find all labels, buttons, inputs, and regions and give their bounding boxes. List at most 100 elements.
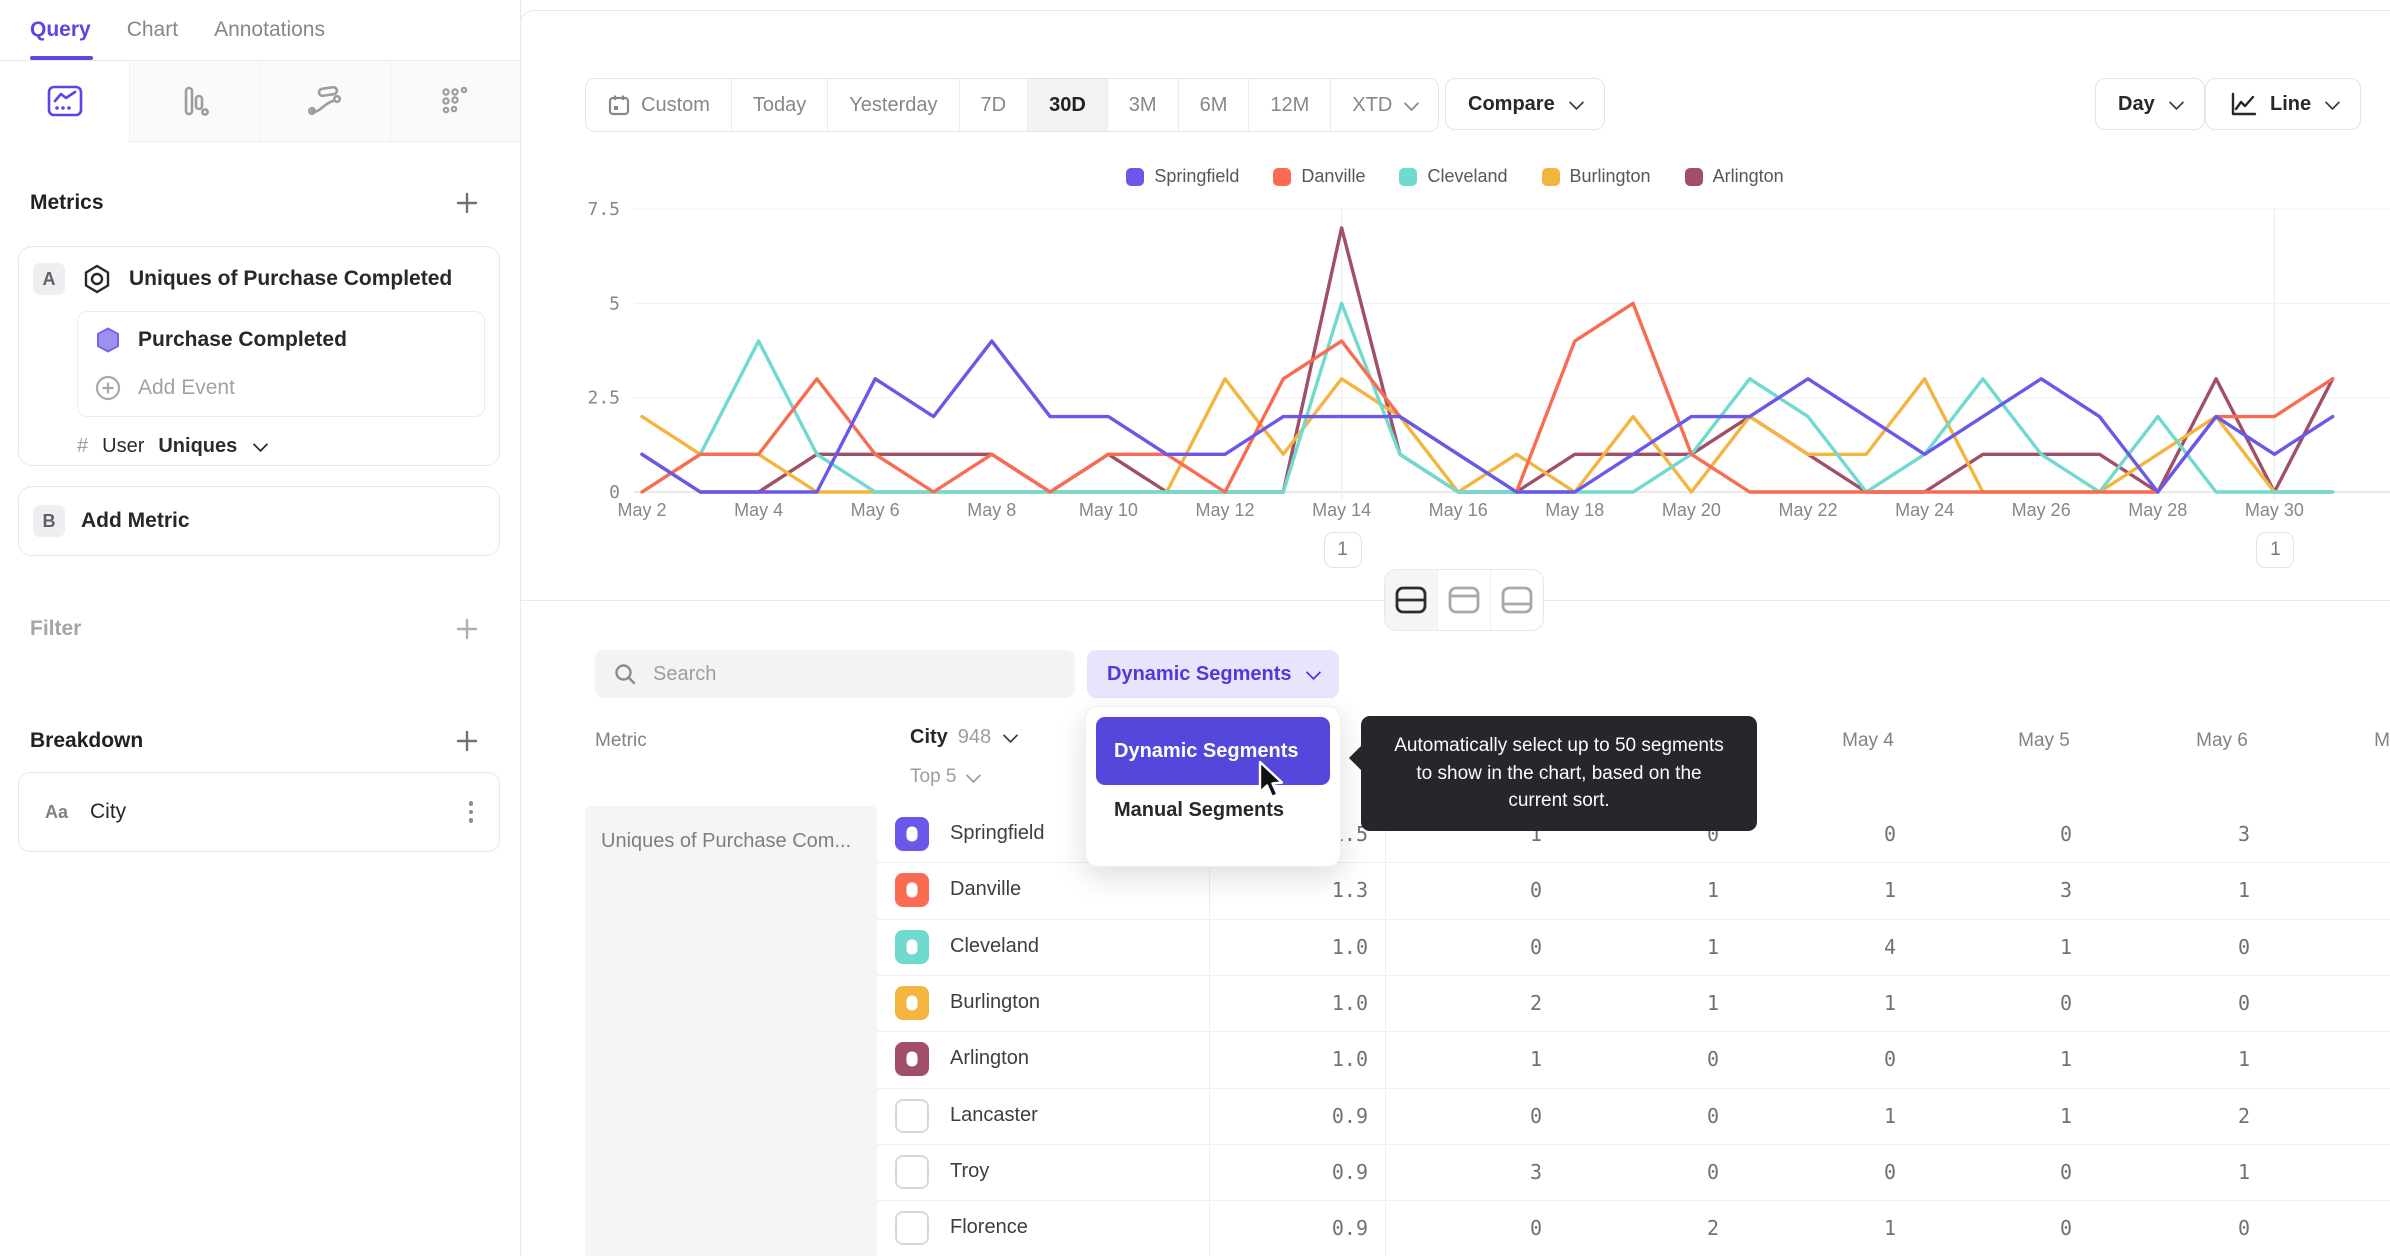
segment-average-value: 0.9	[1331, 1103, 1368, 1128]
row-separator	[877, 1200, 2390, 1202]
segment-day-value: 0	[1883, 822, 1897, 847]
segment-day-value: 1	[2237, 1047, 2251, 1072]
segment-day-value: 2	[2237, 1103, 2251, 1128]
segment-day-value: 1	[1883, 1103, 1897, 1128]
string-property-icon: Aa	[45, 801, 69, 822]
annotation-badge[interactable]: 1	[1323, 532, 1362, 568]
svg-text:May 30: May 30	[2245, 500, 2304, 520]
menu-item-dynamic-segments[interactable]: Dynamic Segments	[1096, 717, 1330, 785]
breakdown-section-header: Breakdown	[30, 728, 480, 754]
segment-day-value: 1	[1706, 991, 1720, 1016]
svg-text:May 2: May 2	[617, 500, 666, 520]
metric-row-panel: Uniques of Purchase Com...	[585, 806, 877, 1256]
segment-day-value: 1	[1883, 1216, 1897, 1241]
svg-text:May 12: May 12	[1195, 500, 1254, 520]
svg-text:May 28: May 28	[2128, 500, 2187, 520]
group-column-header[interactable]: City 948	[910, 726, 1019, 749]
top-n-label: Top 5	[910, 766, 957, 787]
day-column-header: May 7	[2374, 730, 2390, 751]
search-input[interactable]	[651, 661, 1057, 687]
line-chart: 02.557.5May 2 May 4 May 6 May 8 May 10 May 12…	[587, 199, 2390, 520]
segments-mode-button[interactable]: Dynamic Segments	[1087, 650, 1339, 698]
segment-day-value: 1	[1883, 991, 1897, 1016]
segment-checkbox-troy[interactable]	[895, 1154, 929, 1189]
annotation-badge[interactable]: 1	[2256, 532, 2295, 568]
metric-column-header: Metric	[595, 730, 647, 751]
segments-tooltip: Automatically select up to 50 segments t…	[1349, 716, 1757, 831]
svg-text:May 6: May 6	[851, 500, 900, 520]
segment-name: Arlington	[950, 1047, 1029, 1070]
split-view-icon	[1394, 585, 1428, 615]
layout-split-button[interactable]	[1385, 570, 1437, 630]
chevron-down-icon	[966, 767, 982, 783]
segment-checkbox-cleveland[interactable]	[895, 929, 929, 964]
segment-average-value: 0.9	[1331, 1159, 1368, 1184]
day-column-header: May 6	[2196, 730, 2248, 751]
segment-day-value: 1	[1883, 878, 1897, 903]
row-separator	[877, 918, 2390, 920]
segment-name: Florence	[950, 1216, 1028, 1239]
chevron-down-icon	[1305, 664, 1321, 680]
segment-average-value: 1.3	[1331, 878, 1368, 903]
svg-text:May 16: May 16	[1429, 500, 1488, 520]
svg-text:May 20: May 20	[1662, 500, 1721, 520]
kebab-menu-icon[interactable]	[468, 801, 473, 823]
mouse-cursor	[1256, 760, 1292, 800]
metric-row-label: Uniques of Purchase Com...	[601, 830, 852, 852]
breakdown-title: Breakdown	[30, 729, 144, 752]
segment-day-value: 0	[1883, 1159, 1897, 1184]
top-n-selector[interactable]: Top 5	[910, 766, 982, 788]
segment-day-value: 3	[2237, 822, 2251, 847]
breakdown-city-card[interactable]: Aa City	[18, 772, 500, 852]
segment-day-value: 1	[1706, 878, 1720, 903]
segment-day-value: 0	[1529, 934, 1543, 959]
svg-text:May 22: May 22	[1778, 500, 1837, 520]
segment-day-value: 1	[2237, 1159, 2251, 1184]
segment-checkbox-springfield[interactable]	[895, 817, 929, 852]
segment-day-value: 0	[2059, 1159, 2073, 1184]
segment-name: Troy	[950, 1159, 990, 1182]
segment-day-value: 0	[2237, 1216, 2251, 1241]
group-name: City	[910, 726, 948, 748]
search-icon	[613, 662, 637, 686]
segment-checkbox-danville[interactable]	[895, 873, 929, 908]
svg-text:2.5: 2.5	[587, 388, 620, 409]
segments-mode-label: Dynamic Segments	[1107, 662, 1292, 685]
svg-text:7.5: 7.5	[587, 199, 620, 220]
menu-item-manual-segments[interactable]: Manual Segments	[1096, 785, 1330, 835]
segment-day-value: 1	[2059, 1047, 2073, 1072]
segment-day-value: 0	[2059, 1216, 2073, 1241]
filter-title: Filter	[30, 617, 82, 640]
segment-day-value: 2	[1706, 1216, 1720, 1241]
segment-name: Cleveland	[950, 934, 1039, 957]
segment-average-value: 0.9	[1331, 1216, 1368, 1241]
segment-average-value: 1.0	[1331, 991, 1368, 1016]
svg-text:May 14: May 14	[1312, 500, 1371, 520]
row-separator	[877, 1031, 2390, 1033]
segment-day-value: 3	[2059, 878, 2073, 903]
add-breakdown-plus-icon[interactable]	[454, 728, 480, 754]
segment-day-value: 0	[1706, 1103, 1720, 1128]
layout-chart-button[interactable]	[1437, 570, 1490, 630]
segment-day-value: 2	[1529, 991, 1543, 1016]
segment-day-value: 0	[2059, 822, 2073, 847]
layout-toggle-group	[1384, 569, 1544, 631]
segment-checkbox-arlington[interactable]	[895, 1042, 929, 1077]
segment-day-value: 1	[1529, 1047, 1543, 1072]
layout-table-button[interactable]	[1490, 570, 1543, 630]
segment-checkbox-lancaster[interactable]	[895, 1098, 929, 1133]
svg-text:May 18: May 18	[1545, 500, 1604, 520]
svg-text:May 4: May 4	[734, 500, 783, 520]
segment-checkbox-florence[interactable]	[895, 1211, 929, 1246]
group-count: 948	[957, 726, 992, 748]
day-column-header: May 5	[2018, 730, 2070, 751]
row-separator	[877, 974, 2390, 976]
svg-text:May 26: May 26	[2012, 500, 2071, 520]
segment-day-value: 1	[2059, 934, 2073, 959]
segment-checkbox-burlington[interactable]	[895, 986, 929, 1021]
segment-day-value: 0	[1706, 1047, 1720, 1072]
segment-day-value: 0	[1529, 878, 1543, 903]
segment-day-value: 0	[1529, 1103, 1543, 1128]
segment-day-value: 1	[1706, 934, 1720, 959]
segment-average-value: 1.0	[1331, 1047, 1368, 1072]
